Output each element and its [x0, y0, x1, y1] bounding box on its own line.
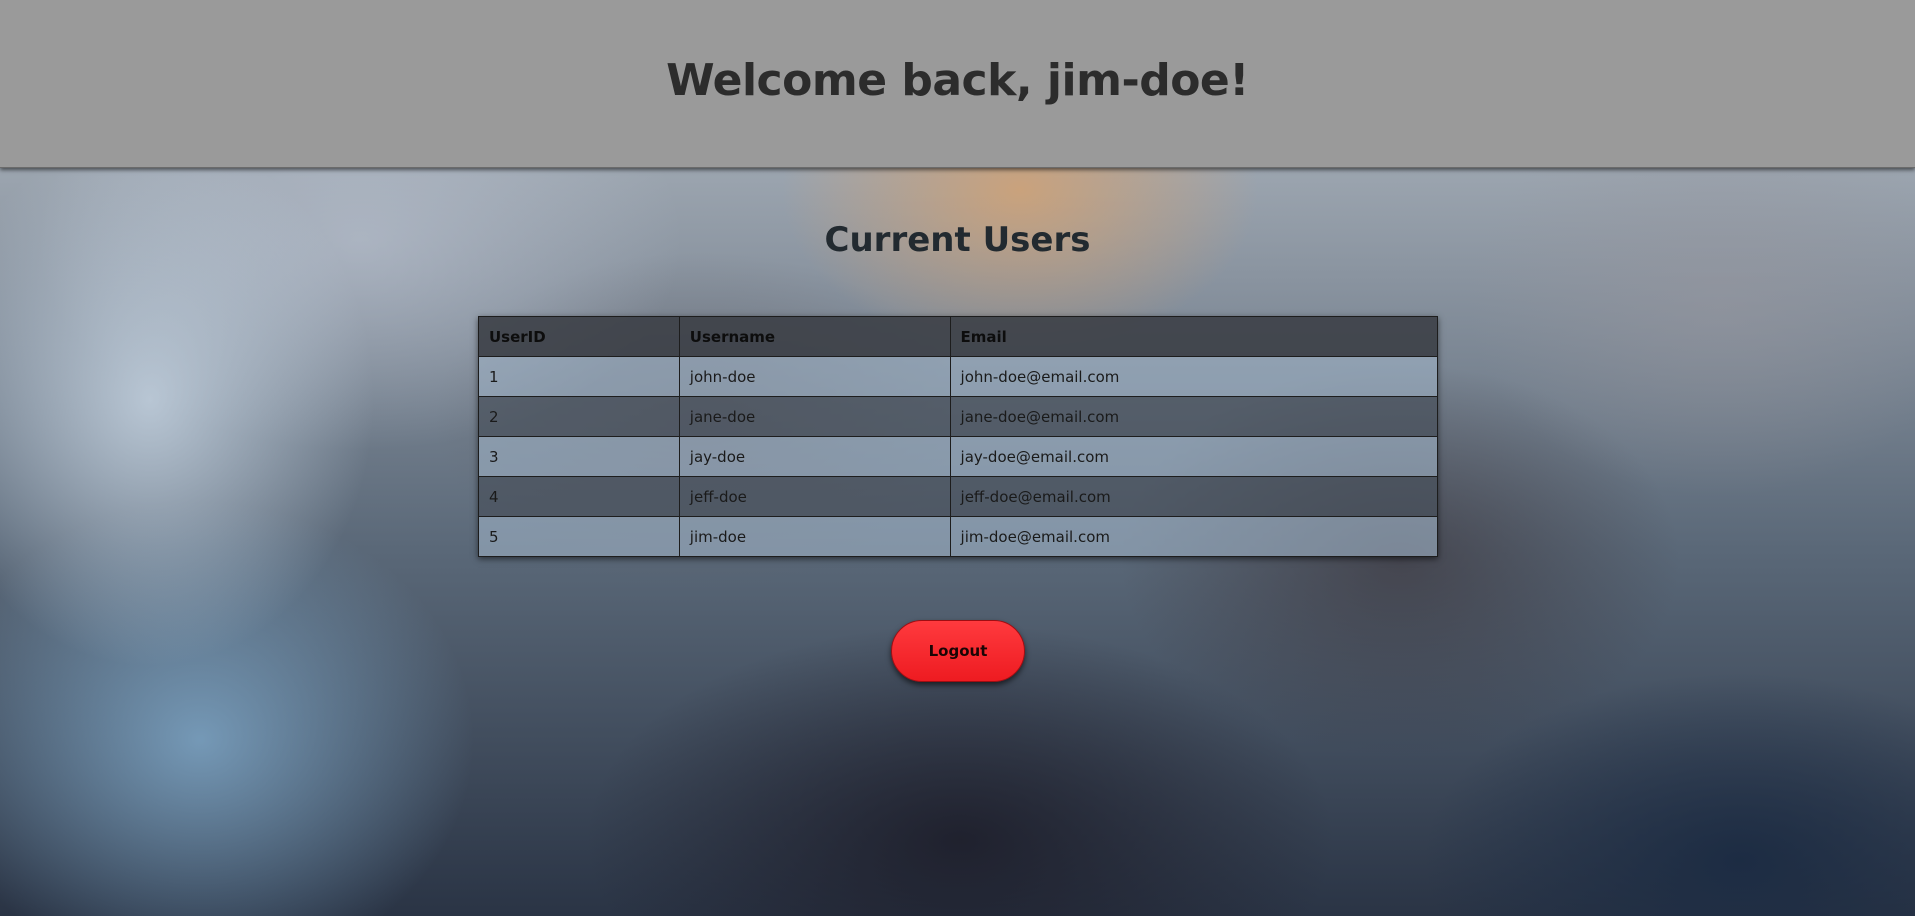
column-header-email: Email — [949, 316, 1439, 357]
cell-username: jane-doe — [678, 396, 951, 437]
cell-username: jim-doe — [678, 516, 951, 557]
table-row: 5 jim-doe jim-doe@email.com — [478, 516, 1439, 557]
cell-email: jim-doe@email.com — [949, 516, 1439, 557]
cell-email: john-doe@email.com — [949, 356, 1439, 397]
column-header-userid: UserID — [478, 316, 680, 357]
cell-username: jay-doe — [678, 436, 951, 477]
page-header: Welcome back, jim-doe! — [0, 0, 1915, 168]
users-table: UserID Username Email 1 john-doe john-do… — [478, 316, 1439, 557]
table-row: 2 jane-doe jane-doe@email.com — [478, 396, 1439, 437]
logout-button[interactable]: Logout — [891, 620, 1025, 682]
cell-email: jay-doe@email.com — [949, 436, 1439, 477]
column-header-username: Username — [678, 316, 951, 357]
table-header-row: UserID Username Email — [478, 316, 1439, 357]
table-row: 4 jeff-doe jeff-doe@email.com — [478, 476, 1439, 517]
cell-userid: 3 — [478, 436, 680, 477]
cell-username: john-doe — [678, 356, 951, 397]
cell-username: jeff-doe — [678, 476, 951, 517]
cell-email: jeff-doe@email.com — [949, 476, 1439, 517]
table-row: 1 john-doe john-doe@email.com — [478, 356, 1439, 397]
cell-userid: 4 — [478, 476, 680, 517]
cell-email: jane-doe@email.com — [949, 396, 1439, 437]
cell-userid: 5 — [478, 516, 680, 557]
section-title: Current Users — [824, 220, 1091, 260]
cell-userid: 1 — [478, 356, 680, 397]
table-row: 3 jay-doe jay-doe@email.com — [478, 436, 1439, 477]
cell-userid: 2 — [478, 396, 680, 437]
welcome-title: Welcome back, jim-doe! — [666, 55, 1249, 106]
